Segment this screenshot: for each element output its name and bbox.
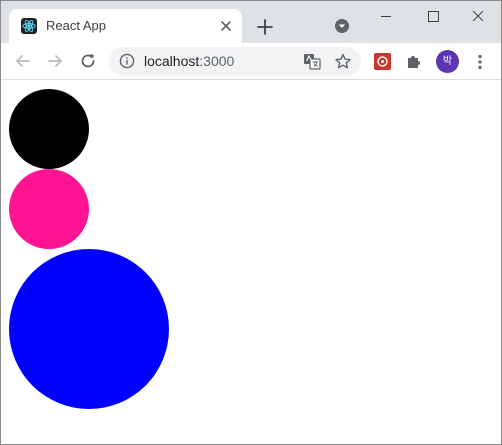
star-icon[interactable] — [334, 53, 352, 70]
avatar[interactable]: 박 — [436, 50, 459, 73]
url-port: :3000 — [199, 53, 235, 69]
minimize-button[interactable] — [363, 1, 409, 33]
browser-toolbar: localhost:3000 박 — [1, 43, 501, 80]
black-circle — [9, 89, 89, 169]
new-tab-button[interactable] — [253, 15, 277, 39]
address-bar[interactable]: localhost:3000 — [109, 47, 361, 76]
tab-title: React App — [46, 18, 106, 33]
react-logo-icon — [21, 18, 37, 34]
extension-icon[interactable] — [374, 53, 391, 70]
browser-window: React App localhost:3000 박 — [0, 0, 502, 445]
maximize-button[interactable] — [409, 1, 455, 33]
puzzle-icon[interactable] — [405, 52, 423, 70]
tab-search-icon[interactable] — [334, 18, 350, 34]
window-close-button[interactable] — [455, 1, 501, 33]
blue-circle — [9, 249, 169, 409]
forward-arrow-icon[interactable] — [45, 51, 65, 71]
url-host: localhost — [144, 53, 200, 69]
url-text: localhost:3000 — [144, 53, 234, 69]
info-icon[interactable] — [119, 53, 135, 69]
tab-react-app[interactable]: React App — [9, 9, 242, 43]
menu-icon[interactable] — [474, 53, 486, 71]
translate-icon[interactable] — [303, 53, 321, 70]
reload-icon[interactable] — [78, 51, 98, 71]
close-icon[interactable] — [218, 18, 234, 34]
pink-circle — [9, 169, 89, 249]
page-viewport — [1, 81, 501, 444]
back-arrow-icon[interactable] — [13, 51, 33, 71]
tab-strip: React App — [1, 1, 501, 43]
